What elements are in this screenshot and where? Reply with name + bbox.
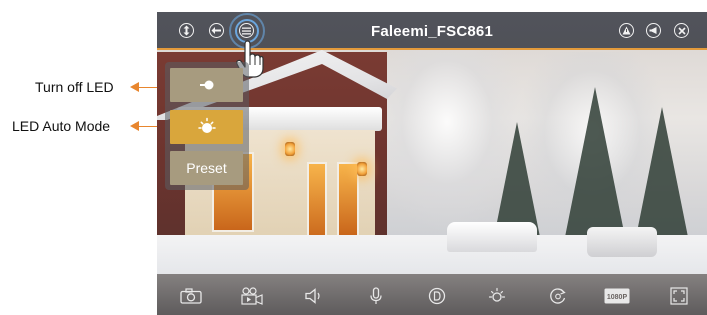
led-auto-sun-icon <box>197 117 216 133</box>
annotation-label: LED Auto Mode <box>12 118 111 134</box>
scene-bench <box>447 222 537 252</box>
led-dropdown-menu: Preset <box>165 62 249 190</box>
led-auto-mode-button[interactable] <box>170 110 243 144</box>
mode-d-icon[interactable] <box>425 286 449 306</box>
scene-lamp <box>357 162 367 176</box>
annotation-led-auto-mode: LED Auto Mode <box>0 115 110 137</box>
annotation-turn-off-led: Turn off LED <box>0 76 114 98</box>
camera-snapshot-icon[interactable] <box>179 286 203 306</box>
speaker-icon[interactable] <box>302 286 326 306</box>
resolution-label: 1080P <box>607 294 628 301</box>
led-off-button[interactable] <box>170 68 243 102</box>
camera-viewer[interactable]: Faleemi_FSC861 Preset 1080P <box>157 12 707 315</box>
preset-button[interactable]: Preset <box>170 151 243 185</box>
fullscreen-icon[interactable] <box>667 286 691 306</box>
led-off-icon <box>199 80 213 90</box>
video-record-icon[interactable] <box>240 286 264 306</box>
scene-chairs <box>587 227 657 257</box>
close-icon[interactable] <box>674 23 689 38</box>
scene-window <box>307 162 327 242</box>
brightness-sun-icon[interactable] <box>485 286 509 306</box>
rotate-icon[interactable] <box>546 286 570 306</box>
volume-icon[interactable] <box>646 23 661 38</box>
scene-lamp <box>285 142 295 156</box>
annotation-label: Turn off LED <box>35 79 114 95</box>
microphone-icon[interactable] <box>364 286 388 306</box>
scene-window <box>337 162 359 237</box>
bottom-toolbar: 1080P <box>157 274 707 315</box>
alert-icon[interactable] <box>619 23 634 38</box>
resolution-1080p-icon[interactable]: 1080P <box>604 286 630 306</box>
